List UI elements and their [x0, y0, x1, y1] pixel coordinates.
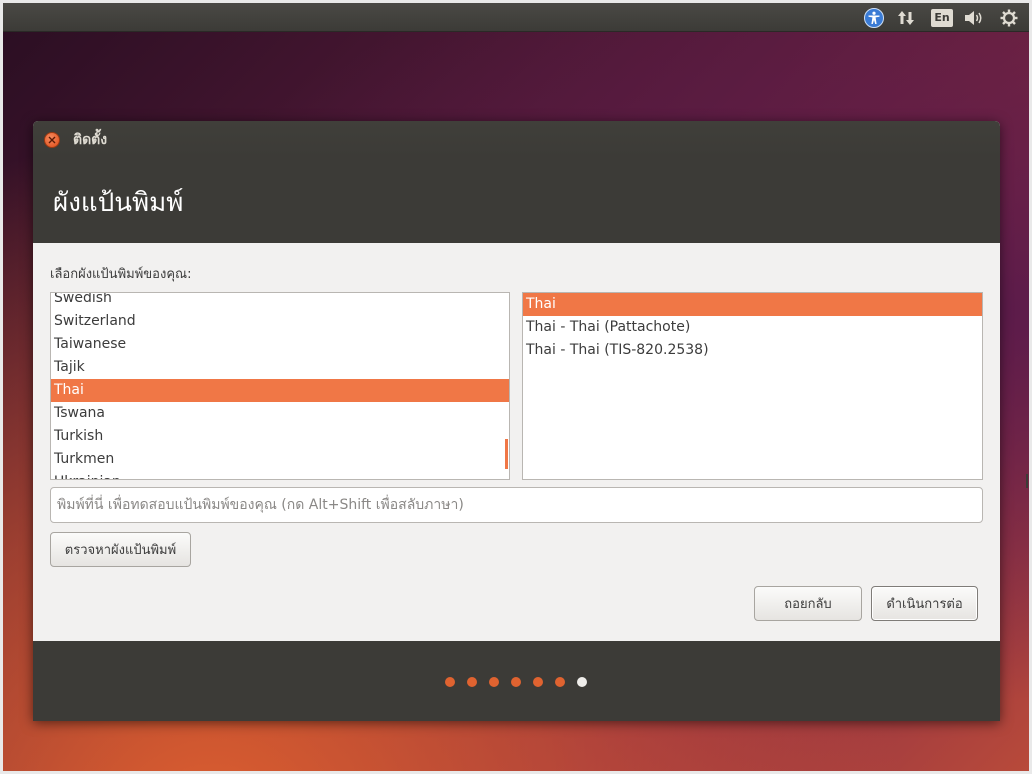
page-content: เลือกผังแป้นพิมพ์ของคุณ: Swedish Switzer…: [33, 243, 1000, 641]
list-item-selected[interactable]: Thai: [51, 379, 509, 402]
accessibility-icon: [864, 8, 884, 28]
list-item[interactable]: Taiwanese: [51, 333, 509, 356]
list-item-selected[interactable]: Thai: [523, 293, 982, 316]
back-button[interactable]: ถอยกลับ: [754, 586, 862, 621]
progress-dot: [555, 677, 565, 687]
progress-dot: [489, 677, 499, 687]
progress-dot: [533, 677, 543, 687]
keyboard-variant-list[interactable]: Thai Thai - Thai (Pattachote) Thai - Tha…: [522, 292, 983, 480]
list-item[interactable]: Ukrainian: [51, 471, 509, 479]
progress-dot: [511, 677, 521, 687]
network-updown-icon: [898, 11, 914, 25]
close-icon: [48, 136, 56, 144]
list-item[interactable]: Thai - Thai (Pattachote): [523, 316, 982, 339]
gear-icon: [1000, 9, 1018, 27]
list-item[interactable]: Tswana: [51, 402, 509, 425]
installer-window: ติดตั้ง ผังแป้นพิมพ์ เลือกผังแป้นพิมพ์ขอ…: [33, 121, 1000, 721]
detect-layout-button[interactable]: ตรวจหาผังแป้นพิมพ์: [50, 532, 191, 567]
progress-dot-current: [577, 677, 587, 687]
edge-marker: [1026, 474, 1028, 488]
continue-button[interactable]: ดำเนินการต่อ: [871, 586, 978, 621]
page-title: ผังแป้นพิมพ์: [53, 188, 184, 218]
sound-indicator[interactable]: [961, 7, 987, 29]
keyboard-indicator[interactable]: En: [929, 7, 955, 29]
keyboard-layout-list[interactable]: Swedish Switzerland Taiwanese Tajik Thai…: [50, 292, 510, 480]
list-item[interactable]: Turkmen: [51, 448, 509, 471]
accessibility-indicator[interactable]: [861, 7, 887, 29]
desktop-background: En ติดตั้ง ผังแป้นพิมพ์ เลือกผังแป้นพิมพ…: [3, 3, 1029, 771]
list-item[interactable]: Tajik: [51, 356, 509, 379]
keyboard-test-input[interactable]: [50, 487, 983, 523]
scrollbar-thumb[interactable]: [505, 439, 508, 469]
list-item[interactable]: Thai - Thai (TIS-820.2538): [523, 339, 982, 362]
page-header: ผังแป้นพิมพ์: [33, 157, 1000, 243]
progress-dot: [467, 677, 477, 687]
progress-footer: [33, 641, 1000, 721]
top-panel: En: [3, 3, 1029, 32]
progress-dots: [445, 677, 587, 687]
close-button[interactable]: [44, 132, 60, 148]
progress-dot: [445, 677, 455, 687]
list-item[interactable]: Switzerland: [51, 310, 509, 333]
window-titlebar: ติดตั้ง: [33, 121, 1000, 157]
list-item[interactable]: Swedish: [51, 293, 509, 310]
network-indicator[interactable]: [893, 7, 919, 29]
keyboard-language-badge: En: [931, 9, 953, 27]
list-item[interactable]: Turkish: [51, 425, 509, 448]
window-title: ติดตั้ง: [73, 132, 108, 148]
sound-icon: [965, 11, 982, 25]
system-indicator[interactable]: [996, 7, 1022, 29]
layout-prompt-label: เลือกผังแป้นพิมพ์ของคุณ:: [50, 267, 192, 282]
